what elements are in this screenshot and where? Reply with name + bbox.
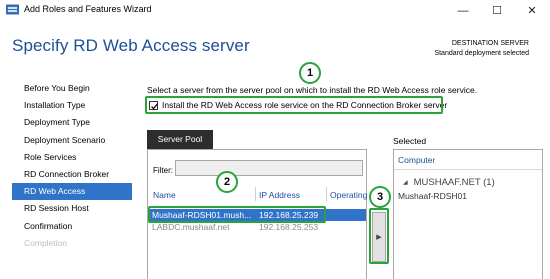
annotation-box-server-row <box>148 206 326 223</box>
callout-1: 1 <box>299 62 321 84</box>
nav-item-rd-connection-broker[interactable]: RD Connection Broker <box>12 166 132 183</box>
title-bar: Add Roles and Features Wizard — ☐ ✕ <box>0 0 550 21</box>
list-item[interactable]: Mushaaf-RDSH01 <box>398 191 467 201</box>
nav-item-role-services[interactable]: Role Services <box>12 149 132 166</box>
column-header-computer[interactable]: Computer <box>398 155 435 165</box>
callout-3: 3 <box>369 186 391 208</box>
collapse-triangle-icon[interactable]: ◢ <box>403 180 408 186</box>
callout-2: 2 <box>216 171 238 193</box>
maximize-button[interactable]: ☐ <box>480 0 514 21</box>
nav-item-confirmation[interactable]: Confirmation <box>12 218 132 235</box>
minimize-icon: — <box>457 4 469 17</box>
maximize-icon: ☐ <box>492 5 502 17</box>
column-header-os[interactable]: Operating <box>330 190 367 200</box>
tab-server-pool[interactable]: Server Pool <box>147 130 213 149</box>
nav-item-rd-web-access[interactable]: RD Web Access <box>12 183 132 201</box>
nav-item-deployment-scenario[interactable]: Deployment Scenario <box>12 132 132 149</box>
domain-group-label: MUSHAAF.NET (1) <box>413 177 495 188</box>
annotation-box-arrow <box>369 208 389 264</box>
selected-label: Selected <box>393 136 427 146</box>
column-header-name[interactable]: Name <box>153 190 176 200</box>
minimize-button[interactable]: — <box>446 0 480 21</box>
close-icon: ✕ <box>527 5 537 17</box>
destination-label: DESTINATION SERVER <box>451 40 529 47</box>
nav-item-completion: Completion <box>24 237 67 248</box>
destination-value: Standard deployment selected <box>434 50 529 57</box>
column-header-ip[interactable]: IP Address <box>259 190 300 200</box>
nav-item-rd-session-host[interactable]: RD Session Host <box>12 200 132 217</box>
column-separator[interactable] <box>255 187 256 201</box>
column-separator[interactable] <box>326 187 327 201</box>
instruction-text: Select a server from the server pool on … <box>147 85 478 95</box>
destination-server-info: DESTINATION SERVER Standard deployment s… <box>434 39 529 59</box>
nav-item-before-you-begin[interactable]: Before You Begin <box>12 80 132 97</box>
page-title: Specify RD Web Access server <box>12 36 250 55</box>
close-button[interactable]: ✕ <box>515 0 549 21</box>
divider <box>394 169 542 170</box>
window-title: Add Roles and Features Wizard <box>24 4 152 14</box>
filter-label: Filter: <box>153 166 173 175</box>
wizard-nav: Before You Begin Installation Type Deplo… <box>12 80 132 252</box>
domain-group[interactable]: ◢ MUSHAAF.NET (1) <box>403 177 495 188</box>
annotation-box-checkbox <box>145 96 443 114</box>
nav-item-installation-type[interactable]: Installation Type <box>12 97 132 114</box>
server-manager-icon <box>6 4 19 15</box>
filter-input[interactable] <box>175 160 363 176</box>
nav-item-deployment-type[interactable]: Deployment Type <box>12 114 132 131</box>
